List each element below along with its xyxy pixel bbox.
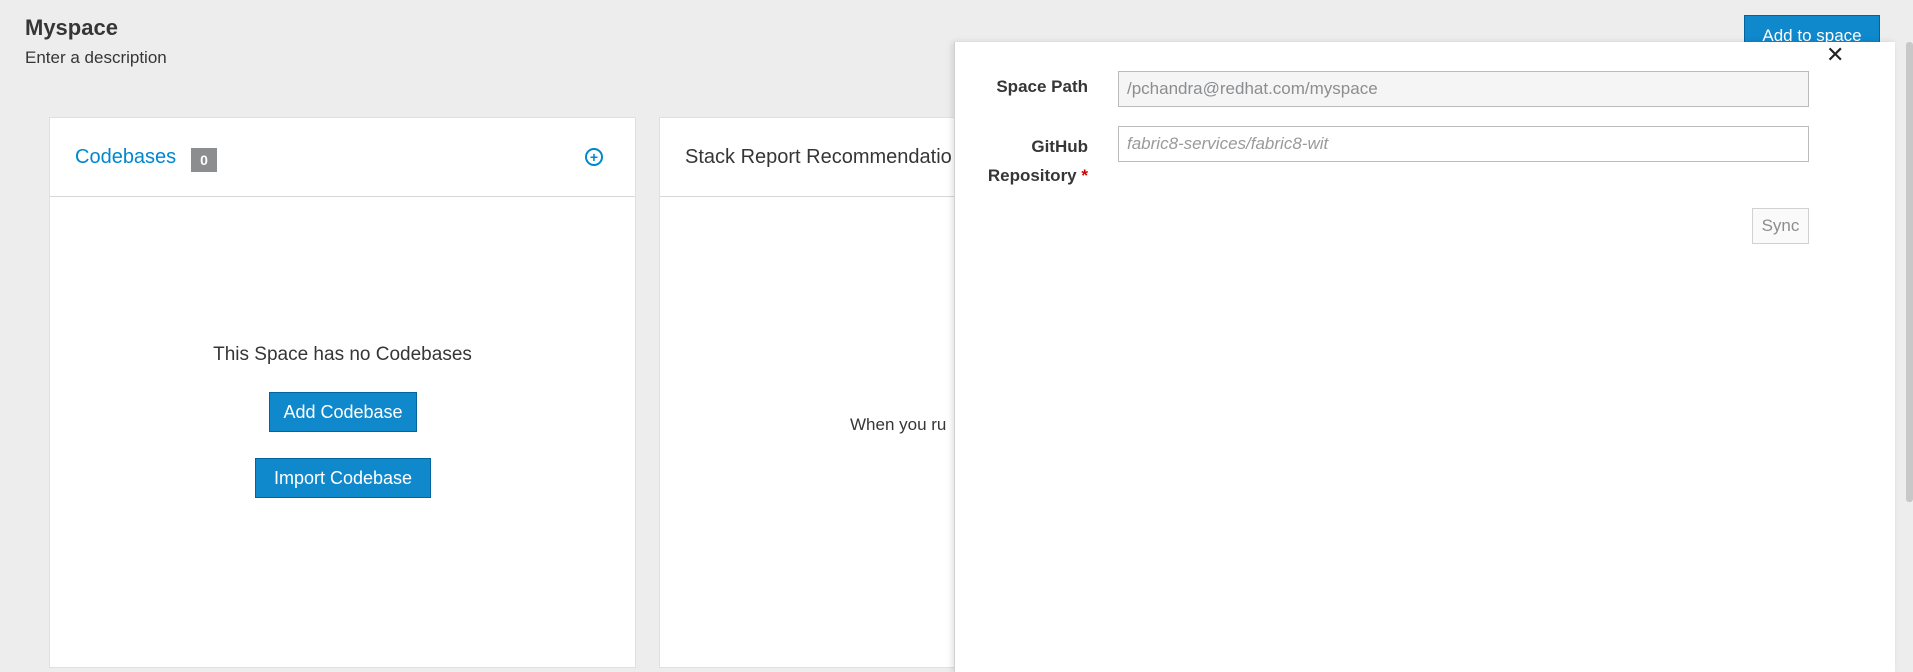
codebases-empty-message: This Space has no Codebases: [213, 344, 472, 365]
stack-report-card: Stack Report Recommendatio When you ru: [659, 117, 979, 668]
codebases-title[interactable]: Codebases: [75, 146, 176, 169]
stack-report-message: When you ru: [850, 415, 947, 434]
space-path-input: /pchandra@redhat.com/myspace: [1118, 71, 1809, 107]
panel-scrollbar[interactable]: [1906, 42, 1913, 502]
add-codebase-button[interactable]: Add Codebase: [269, 392, 417, 432]
space-description[interactable]: Enter a description: [25, 48, 167, 68]
github-label-line2: Repository: [987, 166, 1077, 185]
add-circle-icon[interactable]: +: [585, 148, 603, 166]
space-path-label: Space Path: [996, 77, 1088, 96]
import-codebase-button[interactable]: Import Codebase: [255, 458, 431, 498]
codebases-card-header: Codebases 0 +: [50, 118, 635, 197]
github-repository-input[interactable]: fabric8-services/fabric8-wit: [1118, 126, 1809, 162]
codebases-card: Codebases 0 + This Space has no Codebase…: [49, 117, 636, 668]
required-marker: *: [1081, 166, 1088, 185]
github-repository-label: GitHub Repository *: [965, 132, 1088, 190]
sync-button[interactable]: Sync: [1752, 208, 1809, 244]
codebases-count-badge: 0: [191, 148, 217, 172]
space-title: Myspace: [25, 15, 118, 40]
import-codebase-panel: ✕ Space Path /pchandra@redhat.com/myspac…: [954, 42, 1895, 672]
github-label-line1: GitHub: [1031, 137, 1088, 156]
stack-report-title: Stack Report Recommendatio: [685, 146, 952, 168]
close-icon[interactable]: ✕: [1826, 42, 1844, 68]
stack-card-header: Stack Report Recommendatio: [660, 118, 978, 197]
